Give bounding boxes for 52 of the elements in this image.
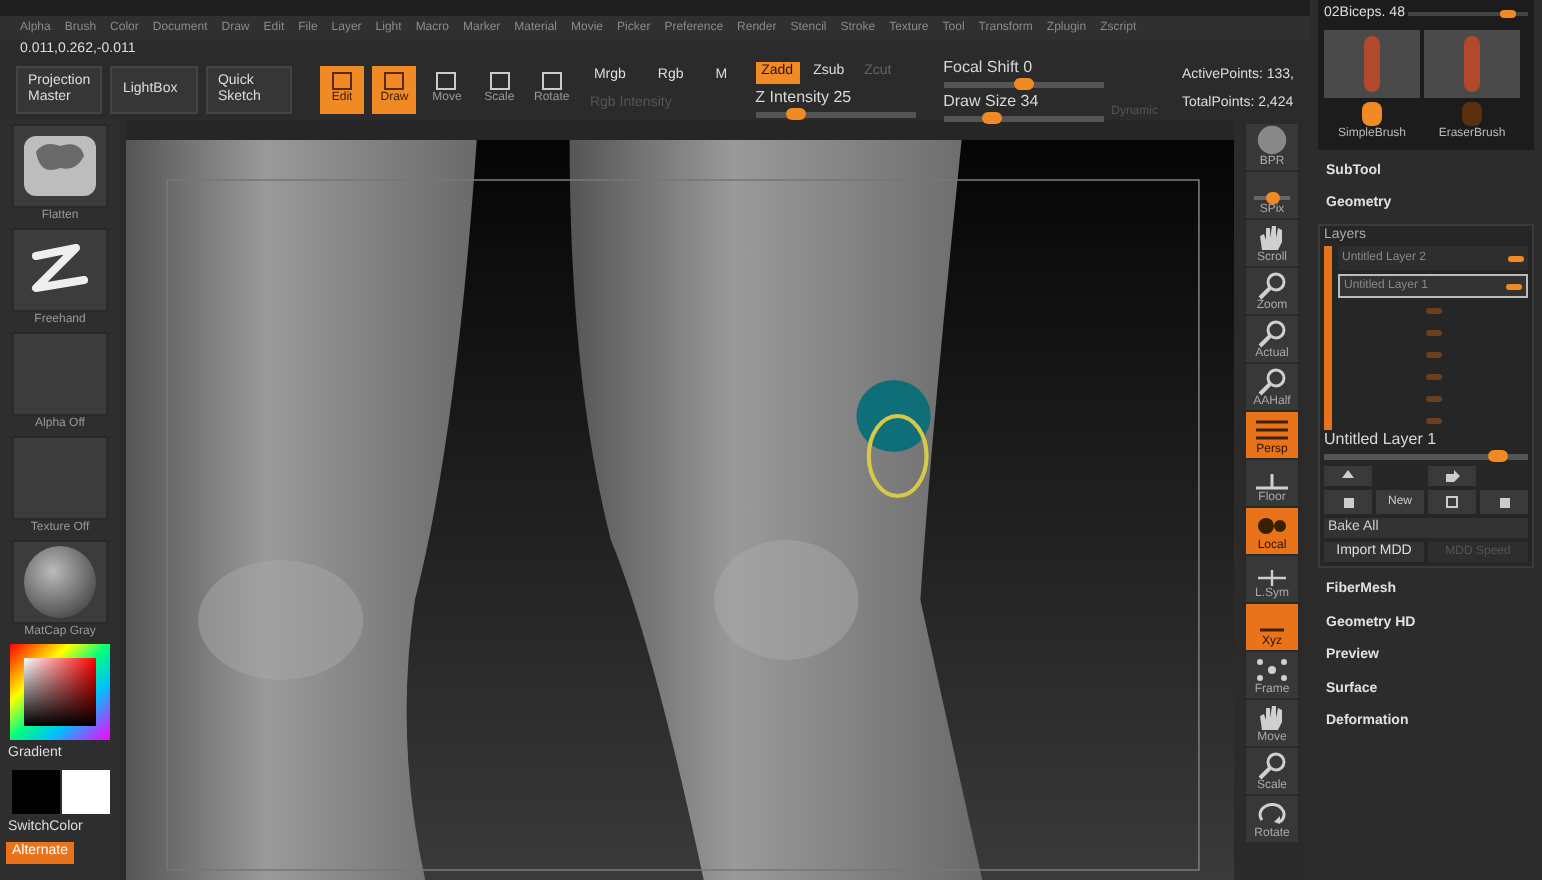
copy-icon — [1446, 496, 1458, 508]
viewport-canvas[interactable] — [126, 140, 1234, 880]
rotate-icon — [1256, 800, 1288, 828]
tool-slider-thumb[interactable] — [1500, 10, 1517, 19]
tool-thumbnail[interactable] — [1424, 29, 1520, 97]
color-picker[interactable] — [10, 644, 110, 740]
slider-thumb[interactable] — [785, 107, 806, 120]
material-sphere-icon — [20, 544, 100, 620]
symmetry-icon — [1254, 568, 1290, 588]
floor-icon — [1254, 472, 1290, 492]
slider-label: Focal Shift 0 — [943, 58, 1035, 78]
primary-color-swatch[interactable] — [11, 769, 59, 813]
magnifier-icon — [1256, 752, 1288, 780]
delete-button[interactable] — [1324, 490, 1372, 514]
square-icon — [1499, 497, 1509, 507]
figure-icon — [1364, 35, 1380, 91]
brush-icon[interactable] — [1362, 101, 1382, 125]
grid-icon — [1254, 416, 1290, 444]
shelf-tile[interactable] — [12, 124, 108, 208]
slider-label: Z Intensity 25 — [755, 87, 854, 108]
slider-thumb[interactable] — [1013, 78, 1034, 90]
brush-blob-icon — [20, 132, 100, 200]
slider-track[interactable] — [1324, 454, 1528, 460]
slider-label: Draw Size 34 — [943, 92, 1041, 112]
figure-icon — [1464, 35, 1480, 91]
magnifier-icon — [1256, 368, 1288, 396]
hand-icon — [1256, 224, 1288, 252]
brush-cursor-icon — [856, 380, 931, 499]
tool-slider-track[interactable] — [1408, 12, 1528, 17]
copy-button[interactable] — [1428, 490, 1476, 514]
move-up-button[interactable] — [1324, 466, 1372, 486]
slider-track[interactable] — [755, 111, 916, 118]
square-icon — [1343, 497, 1353, 507]
slider-thumb[interactable] — [1487, 450, 1508, 462]
split-button[interactable] — [1480, 490, 1528, 514]
magnifier-icon — [1256, 272, 1288, 300]
tool-thumbnail[interactable] — [1324, 29, 1420, 97]
local-icon — [1254, 512, 1290, 540]
slider-thumb[interactable] — [981, 112, 1002, 124]
hand-icon — [1256, 704, 1288, 732]
magnifier-icon — [1256, 320, 1288, 348]
sphere-icon — [1254, 124, 1290, 156]
shelf-tile[interactable] — [12, 540, 108, 624]
slider-label: Untitled Layer 1 — [1324, 430, 1439, 450]
redirect-button[interactable] — [1428, 466, 1476, 486]
secondary-color-swatch[interactable] — [61, 769, 109, 813]
shelf-tile[interactable] — [12, 228, 108, 312]
arrow-right-icon — [1445, 470, 1459, 482]
arrow-up-icon — [1342, 470, 1354, 482]
slider-track[interactable] — [943, 82, 1104, 88]
frame-icon — [1254, 656, 1290, 684]
axis-icon — [1258, 624, 1286, 636]
